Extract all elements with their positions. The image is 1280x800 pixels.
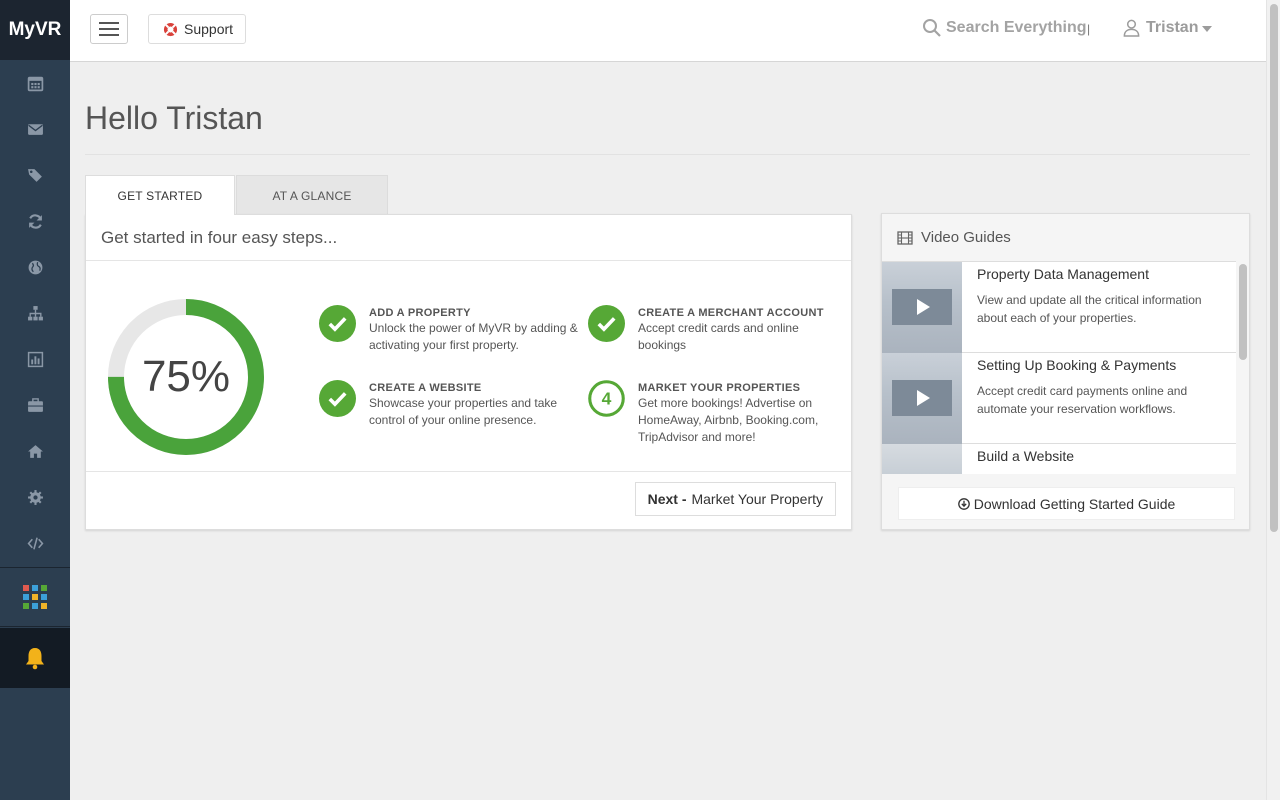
video-item[interactable]: Property Data Management View and update… [882,262,1236,353]
sidebar-item-properties[interactable] [0,428,70,474]
next-step-button[interactable]: Next - Market Your Property [634,482,836,516]
hamburger-line [99,34,119,36]
video-list-scrollbar-thumb[interactable] [1239,264,1247,360]
sidebar-item-organization[interactable] [0,290,70,336]
user-icon [1123,19,1140,37]
video-item[interactable]: Build a Website [882,444,1236,474]
card-footer-divider [86,471,851,472]
sidebar-item-calendar[interactable] [0,60,70,106]
sidebar-item-settings[interactable] [0,474,70,520]
page-scrollbar-thumb[interactable] [1270,4,1278,532]
video-title[interactable]: Build a Website [977,448,1074,464]
download-label: Download Getting Started Guide [973,495,1176,512]
video-title[interactable]: Property Data Management [977,266,1149,282]
download-icon [957,497,970,510]
sidebar-item-website[interactable] [0,244,70,290]
video-thumbnail[interactable] [882,444,962,474]
download-guide-button[interactable]: Download Getting Started Guide [898,487,1235,520]
refresh-icon [28,213,42,229]
search-everything[interactable]: Search Everything [922,18,1087,38]
video-description: View and update all the critical informa… [977,293,1202,325]
step-description: Unlock the power of MyVR by adding & act… [369,321,578,352]
briefcase-icon [27,397,43,412]
step-title: MARKET YOUR PROPERTIES [638,382,801,394]
sidebar-nav [0,60,70,566]
support-button[interactable]: Support [148,14,246,44]
video-thumbnail[interactable] [882,262,962,353]
step-description: Accept credit cards and online bookings [638,321,799,352]
sidebar-item-developer[interactable] [0,520,70,566]
hamburger-line [99,22,119,24]
home-icon [27,444,43,458]
next-prefix: Next - [647,491,687,507]
sidebar-item-tags[interactable] [0,152,70,198]
brand-logo[interactable]: MyVR [0,0,70,60]
sidebar-item-sync[interactable] [0,198,70,244]
step-market-properties[interactable]: 4 MARKET YOUR PROPERTIES Get more bookin… [588,380,838,446]
top-bar: Support Search Everything | Tristan [70,0,1266,62]
play-icon[interactable] [892,380,952,416]
page-title: Hello Tristan [85,100,263,136]
step-title: ADD A PROPERTY [369,307,471,319]
sidebar: MyVR [0,0,70,800]
video-guides-panel: Video Guides Property Data Management Vi… [881,213,1250,530]
search-label: Search Everything [946,19,1087,36]
check-icon [319,380,356,417]
topbar-separator: | [1087,22,1091,36]
step-title: CREATE A WEBSITE [369,382,482,394]
sitemap-icon [27,305,43,320]
code-icon [27,536,43,550]
title-divider [85,154,1250,155]
tab-at-a-glance[interactable]: AT A GLANCE [236,175,388,215]
sidebar-item-messages[interactable] [0,106,70,152]
search-icon [923,19,941,37]
tags-icon [27,168,42,182]
envelope-icon [27,123,43,135]
page-scrollbar[interactable] [1266,0,1280,800]
video-list-scrollbar[interactable] [1238,262,1248,472]
tab-get-started[interactable]: GET STARTED [85,175,235,215]
sidebar-item-reports[interactable] [0,336,70,382]
step-merchant-account[interactable]: CREATE A MERCHANT ACCOUNT Accept credit … [588,305,838,354]
chevron-down-icon [1202,25,1213,32]
sidebar-item-business[interactable] [0,382,70,428]
check-icon [588,305,625,342]
card-title: Get started in four easy steps... [86,215,851,261]
user-menu[interactable]: Tristan [1122,18,1213,37]
apps-grid-icon [23,585,47,609]
notifications-button[interactable] [0,628,70,688]
step-description: Showcase your properties and take contro… [369,396,558,427]
video-guides-header: Video Guides [882,214,1249,261]
lifebuoy-icon [163,22,178,36]
bell-icon [26,648,44,670]
gear-icon [27,489,43,505]
calendar-icon [27,76,43,91]
step-description: Get more bookings! Advertise on HomeAway… [638,396,819,444]
step-number-icon: 4 [588,380,625,417]
get-started-card: Get started in four easy steps... 75% AD… [85,214,852,530]
play-icon[interactable] [892,289,952,325]
apps-launcher[interactable] [0,567,70,627]
video-title[interactable]: Setting Up Booking & Payments [977,357,1176,373]
step-add-property[interactable]: ADD A PROPERTY Unlock the power of MyVR … [319,305,579,354]
menu-toggle-button[interactable] [90,14,128,44]
video-item[interactable]: Setting Up Booking & Payments Accept cre… [882,353,1236,444]
next-label: Market Your Property [691,491,823,507]
check-icon [319,305,356,342]
step-title: CREATE A MERCHANT ACCOUNT [638,307,824,319]
globe-icon [28,260,42,274]
video-thumbnail[interactable] [882,353,962,444]
video-guides-title: Video Guides [921,229,1011,246]
film-icon [897,230,913,245]
step-create-website[interactable]: CREATE A WEBSITE Showcase your propertie… [319,380,579,429]
progress-percent: 75% [141,352,231,401]
step-number: 4 [602,389,612,409]
hamburger-line [99,28,119,30]
user-name: Tristan [1146,18,1199,36]
bar-chart-icon [27,351,43,367]
video-description: Accept credit card payments online and a… [977,384,1188,416]
video-list[interactable]: Property Data Management View and update… [882,261,1236,474]
support-label: Support [184,21,234,37]
